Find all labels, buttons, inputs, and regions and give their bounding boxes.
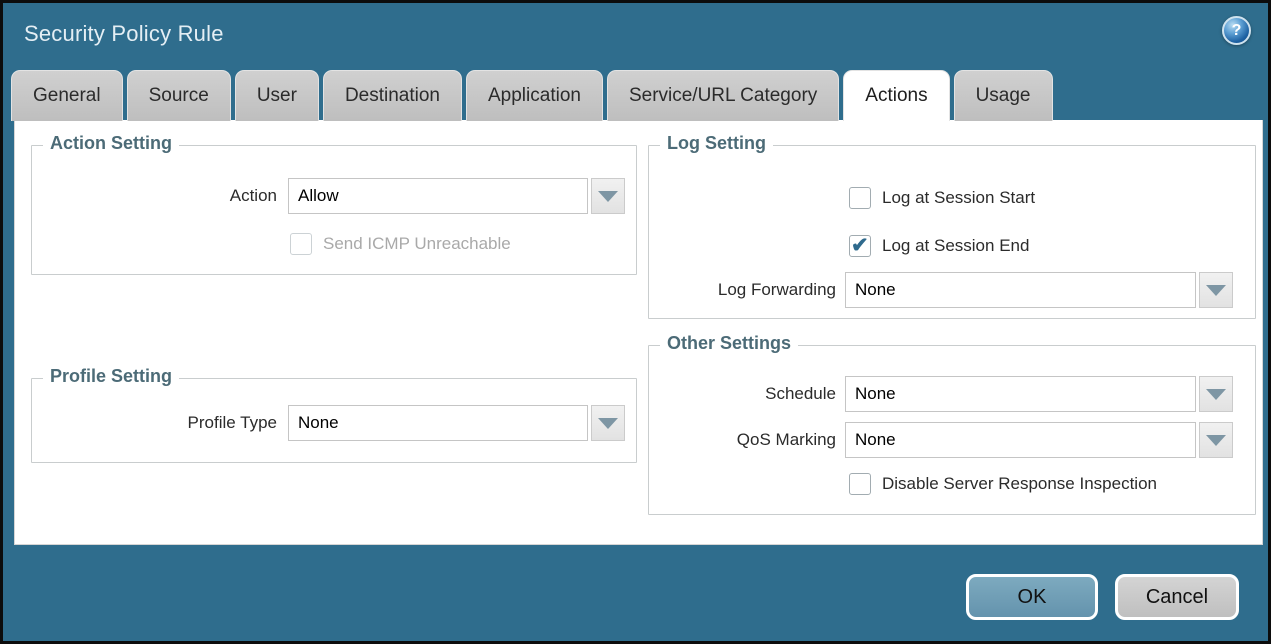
tab-usage[interactable]: Usage <box>954 70 1053 121</box>
tab-source[interactable]: Source <box>127 70 231 121</box>
titlebar: Security Policy Rule ? <box>3 3 1268 67</box>
profile-type-label: Profile Type <box>32 405 277 441</box>
cancel-button[interactable]: Cancel <box>1115 574 1239 620</box>
schedule-label: Schedule <box>649 376 836 412</box>
actions-tab-panel: Action Setting Action Allow Send ICMP Un… <box>14 120 1263 545</box>
chevron-down-icon <box>598 418 618 429</box>
tab-actions[interactable]: Actions <box>843 70 949 121</box>
security-policy-rule-dialog: Security Policy Rule ? General Source Us… <box>0 0 1271 644</box>
tab-general[interactable]: General <box>11 70 123 121</box>
disable-server-response-inspection-label: Disable Server Response Inspection <box>882 473 1157 495</box>
send-icmp-unreachable-label: Send ICMP Unreachable <box>323 233 511 255</box>
log-at-session-end-label: Log at Session End <box>882 235 1029 257</box>
ok-button[interactable]: OK <box>966 574 1098 620</box>
dialog-title: Security Policy Rule <box>24 21 224 47</box>
profile-type-dropdown-button[interactable] <box>591 405 625 441</box>
chevron-down-icon <box>1206 389 1226 400</box>
chevron-down-icon <box>1206 435 1226 446</box>
qos-marking-dropdown-value[interactable]: None <box>845 422 1196 458</box>
help-icon-glyph: ? <box>1232 22 1242 40</box>
profile-setting-group: Profile Setting Profile Type None <box>31 378 637 463</box>
profile-setting-legend: Profile Setting <box>43 366 179 387</box>
schedule-dropdown-value[interactable]: None <box>845 376 1196 412</box>
tab-bar: General Source User Destination Applicat… <box>11 70 1053 121</box>
action-dropdown-button[interactable] <box>591 178 625 214</box>
tab-user[interactable]: User <box>235 70 319 121</box>
log-setting-group: Log Setting Log at Session Start Log at … <box>648 145 1256 319</box>
log-setting-legend: Log Setting <box>660 133 773 154</box>
chevron-down-icon <box>1206 285 1226 296</box>
log-forwarding-dropdown-button[interactable] <box>1199 272 1233 308</box>
tab-service-url-category[interactable]: Service/URL Category <box>607 70 839 121</box>
log-forwarding-dropdown-value[interactable]: None <box>845 272 1196 308</box>
action-dropdown-value[interactable]: Allow <box>288 178 588 214</box>
other-settings-group: Other Settings Schedule None QoS Marking… <box>648 345 1256 515</box>
tab-destination[interactable]: Destination <box>323 70 462 121</box>
log-at-session-end-checkbox[interactable] <box>849 235 871 257</box>
log-at-session-start-checkbox[interactable] <box>849 187 871 209</box>
send-icmp-unreachable-checkbox <box>290 233 312 255</box>
action-label: Action <box>32 178 277 214</box>
help-icon[interactable]: ? <box>1222 16 1251 45</box>
disable-server-response-inspection-checkbox[interactable] <box>849 473 871 495</box>
qos-marking-dropdown-button[interactable] <box>1199 422 1233 458</box>
log-forwarding-label: Log Forwarding <box>649 272 836 308</box>
other-settings-legend: Other Settings <box>660 333 798 354</box>
log-at-session-start-label: Log at Session Start <box>882 187 1035 209</box>
schedule-dropdown-button[interactable] <box>1199 376 1233 412</box>
action-setting-group: Action Setting Action Allow Send ICMP Un… <box>31 145 637 275</box>
action-setting-legend: Action Setting <box>43 133 179 154</box>
chevron-down-icon <box>598 191 618 202</box>
qos-marking-label: QoS Marking <box>649 422 836 458</box>
tab-application[interactable]: Application <box>466 70 603 121</box>
profile-type-dropdown-value[interactable]: None <box>288 405 588 441</box>
